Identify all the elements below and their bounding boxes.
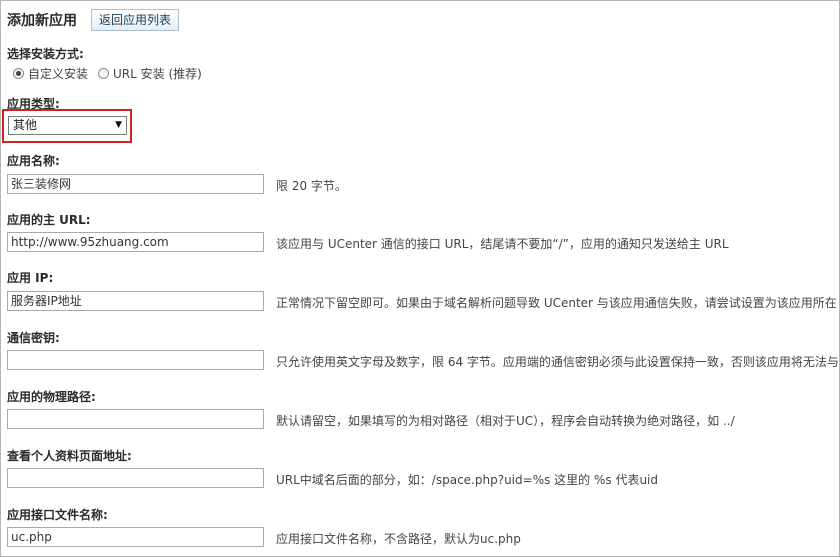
- profile-url-input[interactable]: [7, 468, 264, 488]
- radio-label-custom-install: 自定义安装: [28, 67, 89, 81]
- app-url-hint: 该应用与 UCenter 通信的接口 URL，结尾请不要加“/”，应用的通知只发…: [276, 237, 729, 251]
- install-method-label: 选择安装方式:: [7, 47, 84, 61]
- dropdown-arrow-icon: ▼: [115, 120, 122, 130]
- field-label-app-url: 应用的主 URL:: [7, 213, 91, 227]
- app-url-input[interactable]: http://www.95zhuang.com: [7, 232, 264, 252]
- field-label-physical-path: 应用的物理路径:: [7, 390, 96, 404]
- field-label-app-ip: 应用 IP:: [7, 271, 54, 285]
- physical-path-hint: 默认请留空，如果填写的为相对路径（相对于UC），程序会自动转换为绝对路径，如 .…: [276, 414, 735, 428]
- field-label-auth-key: 通信密钥:: [7, 331, 60, 345]
- radio-button-checked[interactable]: [13, 68, 24, 79]
- header: 添加新应用 返回应用列表: [7, 9, 180, 31]
- api-filename-hint: 应用接口文件名称，不含路径，默认为uc.php: [276, 532, 521, 546]
- radio-option-custom-install[interactable]: 自定义安装: [13, 65, 88, 82]
- physical-path-input[interactable]: [7, 409, 264, 429]
- auth-key-input[interactable]: [7, 350, 264, 370]
- app-type-select[interactable]: 其他 ▼: [8, 116, 127, 135]
- radio-label-url-install: URL 安装 (推荐): [113, 67, 202, 81]
- auth-key-hint: 只允许使用英文字母及数字，限 64 字节。应用端的通信密钥必须与此设置保持一致，…: [276, 355, 839, 369]
- api-filename-input[interactable]: uc.php: [7, 527, 264, 547]
- app-ip-input[interactable]: 服务器IP地址: [7, 291, 264, 311]
- app-ip-hint: 正常情况下留空即可。如果由于域名解析问题导致 UCenter 与该应用通信失败，…: [276, 296, 837, 310]
- field-label-api-filename: 应用接口文件名称:: [7, 508, 108, 522]
- back-to-app-list-button[interactable]: 返回应用列表: [91, 9, 180, 31]
- install-method-radio-group: 自定义安装 URL 安装 (推荐): [13, 65, 212, 82]
- radio-button-unchecked[interactable]: [98, 68, 110, 79]
- field-label-app-name: 应用名称:: [7, 154, 60, 168]
- app-name-hint: 限 20 字节。: [276, 179, 347, 193]
- add-app-form-page: 添加新应用 返回应用列表 选择安装方式: 自定义安装 URL 安装 (推荐) 应…: [0, 0, 840, 557]
- field-label-profile-url: 查看个人资料页面地址:: [7, 449, 132, 463]
- app-name-input[interactable]: 张三装修网: [7, 174, 264, 194]
- radio-option-url-install[interactable]: URL 安装 (推荐): [98, 65, 202, 82]
- page-title: 添加新应用: [7, 13, 77, 29]
- app-type-selected-value: 其他: [13, 118, 38, 132]
- profile-url-hint: URL中域名后面的部分，如：/space.php?uid=%s 这里的 %s 代…: [276, 473, 658, 487]
